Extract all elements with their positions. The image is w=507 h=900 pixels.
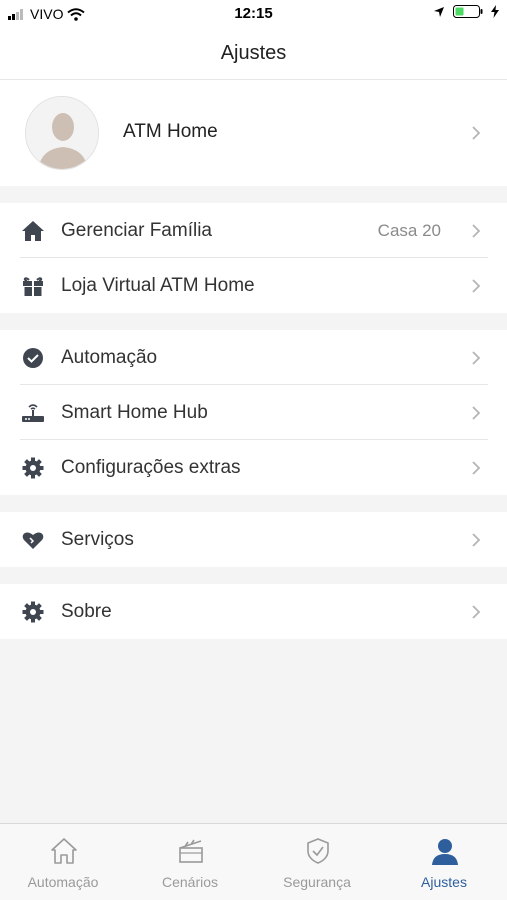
- heart-icon: [22, 532, 44, 549]
- location-arrow-icon: [434, 6, 444, 17]
- battery-icon: [453, 5, 483, 18]
- tab-automation[interactable]: Automação: [0, 824, 126, 900]
- menu-item-services[interactable]: Serviços: [0, 512, 507, 567]
- current-family-value: Casa 20: [377, 221, 441, 240]
- router-icon: [22, 404, 44, 422]
- menu-item-about[interactable]: Sobre: [0, 584, 507, 639]
- menu-item-label: Gerenciar Família: [61, 220, 212, 241]
- profile-name: ATM Home: [123, 121, 218, 142]
- shield-check-icon: [307, 838, 329, 864]
- home-icon: [22, 221, 44, 241]
- status-bar: VIVO 12:15: [0, 0, 507, 28]
- chevron-right-icon: [472, 533, 481, 547]
- avatar-placeholder-icon: [26, 97, 98, 169]
- status-bar-right: [433, 5, 499, 18]
- clapperboard-icon: [179, 839, 203, 863]
- menu-item-label: Serviços: [61, 529, 134, 550]
- home-outline-icon: [51, 838, 77, 864]
- chevron-right-icon: [472, 351, 481, 365]
- gear-icon: [22, 601, 44, 623]
- settings-group-devices: Automação Smart Home Hub Configurações e…: [0, 330, 507, 495]
- clock: 12:15: [234, 5, 273, 22]
- menu-item-label: Loja Virtual ATM Home: [61, 275, 255, 296]
- menu-item-extra-settings[interactable]: Configurações extras: [0, 440, 507, 495]
- chevron-right-icon: [472, 406, 481, 420]
- menu-item-manage-family[interactable]: Gerenciar Família Casa 20: [0, 203, 507, 258]
- menu-item-label: Configurações extras: [61, 457, 241, 478]
- tab-bar: Automação Cenários Segurança Ajustes: [0, 823, 507, 900]
- menu-item-virtual-store[interactable]: Loja Virtual ATM Home: [0, 258, 507, 313]
- settings-group-about: Sobre: [0, 584, 507, 639]
- chevron-right-icon: [472, 605, 481, 619]
- charging-bolt-icon: [491, 5, 499, 18]
- menu-item-automation[interactable]: Automação: [0, 330, 507, 385]
- page-title: Ajustes: [220, 42, 287, 64]
- settings-group-family: Gerenciar Família Casa 20 Loja Virtual A…: [0, 203, 507, 313]
- profile-row[interactable]: ATM Home: [0, 80, 507, 186]
- gear-icon: [22, 457, 44, 479]
- settings-group-services: Serviços: [0, 512, 507, 567]
- tab-label: Segurança: [283, 874, 351, 890]
- menu-item-label: Smart Home Hub: [61, 402, 208, 423]
- tab-label: Ajustes: [421, 874, 467, 890]
- tab-settings[interactable]: Ajustes: [381, 824, 507, 900]
- navigation-bar: Ajustes: [0, 28, 507, 80]
- tab-label: Cenários: [161, 874, 219, 890]
- person-icon: [432, 839, 458, 865]
- chevron-right-icon: [472, 224, 481, 238]
- automation-icon: [23, 348, 43, 368]
- chevron-right-icon: [472, 279, 481, 293]
- tab-scenarios[interactable]: Cenários: [127, 824, 253, 900]
- avatar[interactable]: [25, 96, 99, 170]
- menu-item-label: Sobre: [61, 601, 112, 622]
- gift-icon: [23, 277, 43, 296]
- chevron-right-icon: [472, 461, 481, 475]
- tab-security[interactable]: Segurança: [254, 824, 380, 900]
- chevron-right-icon: [472, 126, 481, 140]
- menu-item-smart-home-hub[interactable]: Smart Home Hub: [0, 385, 507, 440]
- menu-item-label: Automação: [61, 347, 158, 368]
- tab-label: Automação: [27, 874, 99, 890]
